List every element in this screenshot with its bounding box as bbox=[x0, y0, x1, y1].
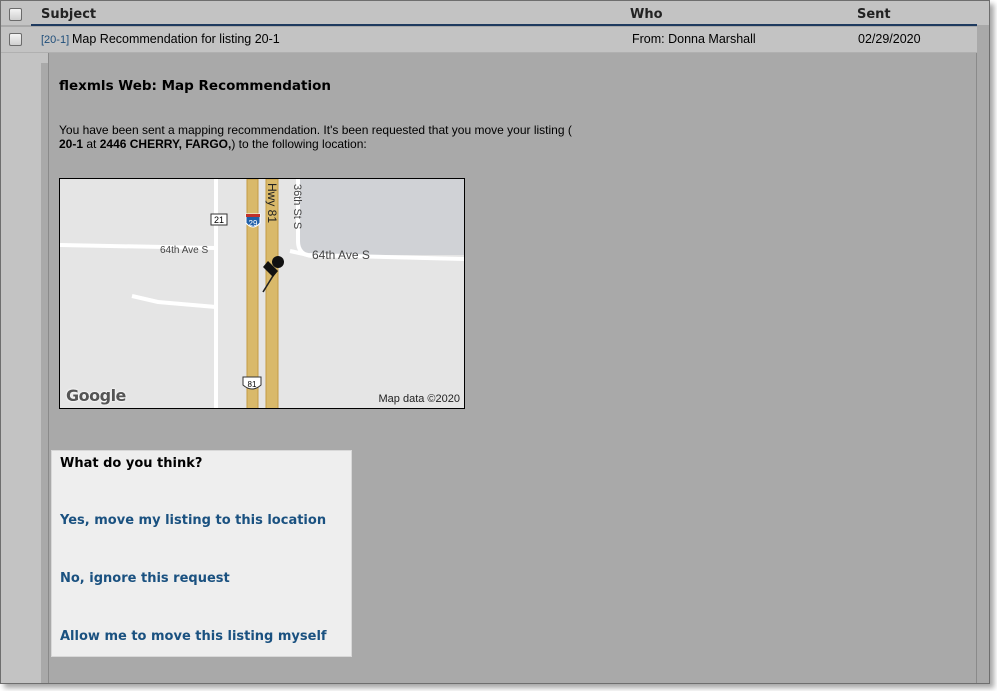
road-label-64th-right: 64th Ave S bbox=[312, 248, 370, 262]
message-date: 02/29/2020 bbox=[858, 32, 921, 46]
message-title: flexmls Web: Map Recommendation bbox=[59, 78, 332, 94]
response-panel: What do you think? Yes, move my listing … bbox=[51, 450, 352, 657]
shield-29-label: 29 bbox=[249, 219, 258, 228]
message-from: From: Donna Marshall bbox=[632, 32, 756, 46]
message-text: You have been sent a mapping recommendat… bbox=[59, 123, 619, 151]
who-column-header[interactable]: Who bbox=[630, 7, 663, 22]
accept-move-link[interactable]: Yes, move my listing to this location bbox=[60, 513, 326, 528]
select-all-checkbox[interactable] bbox=[9, 8, 22, 21]
google-logo: Google bbox=[66, 386, 126, 405]
sent-column-header[interactable]: Sent bbox=[857, 7, 891, 22]
message-list-header: Subject Who Sent bbox=[1, 1, 989, 25]
message-subject[interactable]: Map Recommendation for listing 20-1 bbox=[72, 32, 280, 46]
road-label-36th: 36th St S bbox=[291, 184, 303, 229]
listing-address: 2446 CHERRY, FARGO, bbox=[99, 137, 232, 151]
shield-81-label: 81 bbox=[248, 380, 257, 389]
message-checkbox[interactable] bbox=[9, 33, 22, 46]
subject-column-header[interactable]: Subject bbox=[41, 7, 96, 22]
map-credit: Map data ©2020 bbox=[378, 393, 461, 405]
road-label-hwy81: Hwy 81 bbox=[265, 183, 279, 223]
message-window: Subject Who Sent [20-1] Map Recommendati… bbox=[0, 0, 990, 684]
message-text-part1: You have been sent a mapping recommendat… bbox=[59, 123, 572, 137]
message-row[interactable]: [20-1] Map Recommendation for listing 20… bbox=[1, 27, 977, 53]
message-text-part2: ) to the following location: bbox=[231, 137, 367, 151]
header-divider bbox=[31, 24, 977, 26]
listing-id: 20-1 bbox=[59, 137, 84, 151]
shield-21-icon: 21 bbox=[210, 213, 228, 226]
location-map[interactable]: 21 29 81 64th Ave S 64th Ave S Hwy 81 36… bbox=[59, 178, 465, 409]
move-myself-link[interactable]: Allow me to move this listing myself bbox=[60, 629, 327, 644]
map-graphic: 21 29 81 64th Ave S 64th Ave S Hwy 81 36… bbox=[60, 179, 464, 408]
road-label-64th-left: 64th Ave S bbox=[160, 245, 209, 256]
us-81-shield-icon: 81 bbox=[242, 376, 262, 390]
shield-21-label: 21 bbox=[214, 215, 224, 225]
response-question: What do you think? bbox=[60, 456, 203, 471]
listing-code: [20-1] bbox=[41, 34, 70, 46]
message-text-at: at bbox=[83, 137, 100, 151]
ignore-request-link[interactable]: No, ignore this request bbox=[60, 571, 230, 586]
left-gutter bbox=[1, 53, 41, 683]
